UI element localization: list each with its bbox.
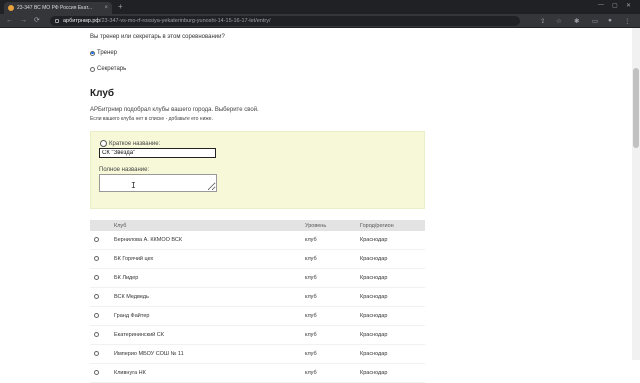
city-cell: Краснодар bbox=[360, 275, 388, 281]
short-name-input[interactable] bbox=[99, 148, 216, 158]
header-level: Уровень bbox=[305, 223, 327, 229]
table-row[interactable]: Бернилова А. ККМОО ВСК клуб Краснодар bbox=[90, 231, 425, 250]
address-bar[interactable]: арбитрнмр.рф /23-347-vs-mo-rf-rossiya-ye… bbox=[50, 16, 520, 26]
club-name-cell: Империо МБОУ СОШ № 11 bbox=[114, 351, 184, 357]
sidebar-icon[interactable]: ▭ bbox=[592, 17, 598, 25]
tab-bar: 23-347 ВС МО РФ Россия Екат... × + — ▢ ✕ bbox=[0, 0, 640, 14]
club-name-cell: Екатерининский СК bbox=[114, 332, 164, 338]
city-cell: Краснодар bbox=[360, 237, 388, 243]
city-cell: Краснодар bbox=[360, 313, 388, 319]
level-cell: клуб bbox=[305, 351, 317, 357]
table-row[interactable]: Екатерининский СК клуб Краснодар bbox=[90, 326, 425, 345]
tab-title: 23-347 ВС МО РФ Россия Екат... bbox=[17, 5, 93, 11]
radio-button[interactable] bbox=[94, 275, 99, 280]
back-button[interactable]: ← bbox=[6, 16, 13, 26]
radio-button[interactable] bbox=[94, 370, 99, 375]
radio-button[interactable] bbox=[94, 256, 99, 261]
club-name-cell: БК Лидер bbox=[114, 275, 139, 281]
extensions-icon[interactable]: ✱ bbox=[574, 17, 579, 25]
role-option-label: Секретарь bbox=[97, 66, 127, 72]
club-name-cell: Кливнуга НК bbox=[114, 370, 146, 376]
club-name-cell: Гранд Файтер bbox=[114, 313, 150, 319]
level-cell: клуб bbox=[305, 332, 317, 338]
table-row[interactable]: БК Горячий цех клуб Краснодар bbox=[90, 250, 425, 269]
club-hint-text: Если вашего клуба нет в списке - добавьт… bbox=[90, 116, 213, 122]
level-cell: клуб bbox=[305, 313, 317, 319]
short-name-label: Краткое название: bbox=[109, 141, 161, 147]
maximize-button[interactable]: ▢ bbox=[612, 2, 618, 9]
header-club: Клуб bbox=[114, 223, 127, 229]
favicon-icon bbox=[8, 5, 14, 11]
level-cell: клуб bbox=[305, 256, 317, 262]
club-section-title: Клуб bbox=[90, 88, 115, 99]
city-cell: Краснодар bbox=[360, 294, 388, 300]
radio-button[interactable] bbox=[90, 50, 95, 56]
club-info-text: АРБитрнмр подобрал клубы вашего города. … bbox=[90, 107, 259, 113]
menu-icon[interactable]: ⋮ bbox=[624, 17, 631, 25]
club-name-cell: БК Горячий цех bbox=[114, 256, 154, 262]
scrollbar-thumb[interactable] bbox=[633, 68, 639, 148]
new-club-form: Краткое название: Полное название: I bbox=[90, 131, 425, 209]
radio-button[interactable] bbox=[94, 237, 99, 242]
city-cell: Краснодар bbox=[360, 370, 388, 376]
radio-button[interactable] bbox=[94, 313, 99, 318]
role-option-trainer[interactable]: Тренер bbox=[90, 50, 117, 56]
table-row[interactable]: ВСК Медведь клуб Краснодар bbox=[90, 288, 425, 307]
lock-icon bbox=[55, 19, 59, 23]
club-name-cell: Бернилова А. ККМОО ВСК bbox=[114, 237, 183, 243]
reload-button[interactable]: ⟳ bbox=[34, 16, 40, 26]
text-cursor-icon: I bbox=[131, 181, 136, 190]
role-option-label: Тренер bbox=[97, 50, 117, 56]
radio-button[interactable] bbox=[94, 294, 99, 299]
page-scrollbar[interactable] bbox=[632, 28, 640, 360]
level-cell: клуб bbox=[305, 370, 317, 376]
share-icon[interactable]: ⇪ bbox=[540, 17, 545, 25]
table-row[interactable]: Империо МБОУ СОШ № 11 клуб Краснодар bbox=[90, 345, 425, 364]
radio-button[interactable] bbox=[90, 66, 95, 72]
city-cell: Краснодар bbox=[360, 351, 388, 357]
radio-button[interactable] bbox=[94, 351, 99, 356]
forward-button[interactable]: → bbox=[20, 16, 27, 26]
browser-toolbar: ← → ⟳ арбитрнмр.рф /23-347-vs-mo-rf-ross… bbox=[0, 14, 640, 28]
level-cell: клуб bbox=[305, 294, 317, 300]
table-row[interactable]: Кливнуга НК клуб Краснодар bbox=[90, 364, 425, 383]
city-cell: Краснодар bbox=[360, 256, 388, 262]
full-name-label: Полное название: bbox=[99, 167, 150, 173]
club-name-cell: ВСК Медведь bbox=[114, 294, 149, 300]
close-window-button[interactable]: ✕ bbox=[626, 2, 631, 9]
city-cell: Краснодар bbox=[360, 332, 388, 338]
radio-button[interactable] bbox=[94, 332, 99, 337]
level-cell: клуб bbox=[305, 275, 317, 281]
page-content: Вы тренер или секретарь в этом соревнова… bbox=[0, 28, 632, 383]
table-row[interactable]: БК Лидер клуб Краснодар bbox=[90, 269, 425, 288]
new-tab-button[interactable]: + bbox=[118, 2, 123, 12]
role-question: Вы тренер или секретарь в этом соревнова… bbox=[90, 34, 225, 40]
profile-icon[interactable]: ● bbox=[608, 17, 612, 24]
browser-tab[interactable]: 23-347 ВС МО РФ Россия Екат... × bbox=[4, 2, 112, 14]
clubs-table: Клуб Уровень Город/регион Бернилова А. К… bbox=[90, 220, 425, 383]
header-city: Город/регион bbox=[360, 223, 394, 229]
user-icon bbox=[100, 140, 107, 147]
level-cell: клуб bbox=[305, 237, 317, 243]
table-row[interactable]: Гранд Файтер клуб Краснодар bbox=[90, 307, 425, 326]
url-host: арбитрнмр.рф bbox=[63, 18, 100, 24]
full-name-textarea[interactable] bbox=[99, 174, 217, 192]
tab-close-icon[interactable]: × bbox=[104, 5, 108, 11]
minimize-button[interactable]: — bbox=[598, 2, 604, 8]
url-path: /23-347-vs-mo-rf-rossiya-yekaterinburg-y… bbox=[99, 18, 271, 24]
table-header: Клуб Уровень Город/регион bbox=[90, 220, 425, 231]
role-option-secretary[interactable]: Секретарь bbox=[90, 66, 126, 72]
bookmark-star-icon[interactable]: ☆ bbox=[556, 17, 562, 25]
